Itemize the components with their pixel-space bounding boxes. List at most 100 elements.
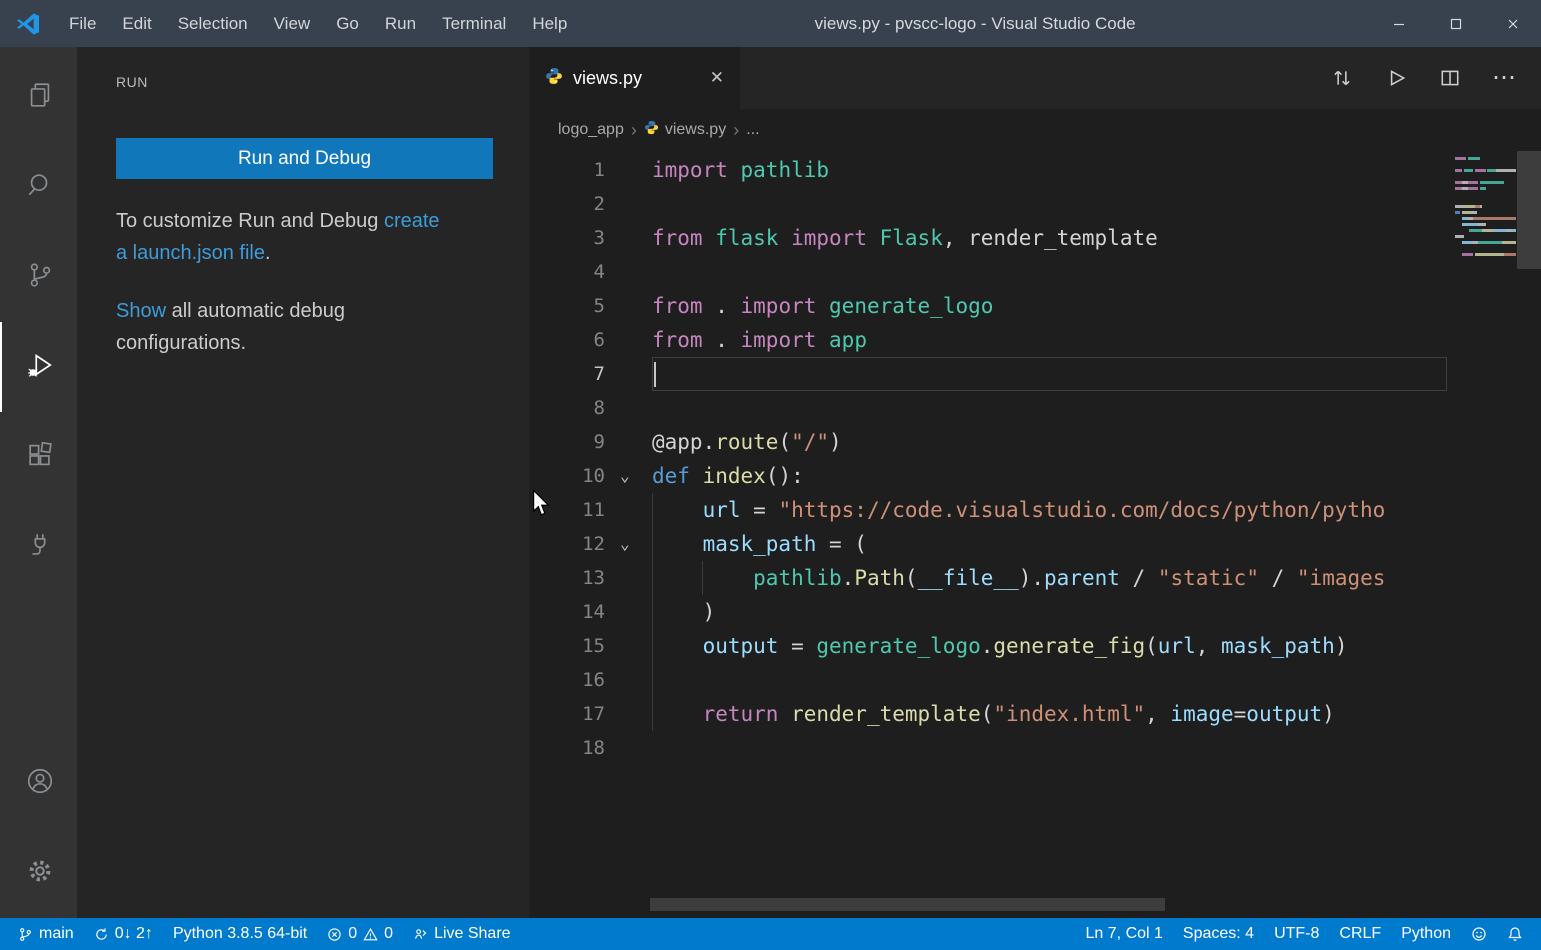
editor-actions: ⋯ [1327, 47, 1541, 109]
code-line-4[interactable]: 4 [529, 255, 1541, 289]
code-text: def index(): [652, 459, 1447, 493]
line-number: 9 [529, 425, 605, 459]
menu-go[interactable]: Go [323, 0, 372, 47]
code-line-16[interactable]: 16 [529, 663, 1541, 697]
minimap-line [1455, 259, 1516, 262]
notifications-button[interactable] [1497, 918, 1533, 950]
maximize-button[interactable] [1427, 0, 1484, 47]
line-number: 18 [529, 731, 605, 765]
source-control-icon [25, 260, 55, 295]
vertical-scrollbar-thumb[interactable] [1517, 151, 1541, 269]
live-share-button[interactable]: Live Share [403, 918, 521, 950]
fold-gutter [605, 255, 652, 289]
line-number: 13 [529, 561, 605, 595]
minimize-button[interactable] [1370, 0, 1427, 47]
indent-guide [652, 663, 653, 697]
code-line-14[interactable]: 14 ) [529, 595, 1541, 629]
code-line-1[interactable]: 1import pathlib [529, 153, 1541, 187]
python-interpreter-indicator[interactable]: Python 3.8.5 64-bit [163, 918, 317, 950]
fold-chevron-icon[interactable]: ⌄ [605, 527, 652, 561]
cursor-position-indicator[interactable]: Ln 7, Col 1 [1076, 918, 1173, 950]
code-line-9[interactable]: 9@app.route("/") [529, 425, 1541, 459]
code-line-5[interactable]: 5from . import generate_logo [529, 289, 1541, 323]
close-window-button[interactable] [1484, 0, 1541, 47]
line-number: 6 [529, 323, 605, 357]
open-changes-icon[interactable] [1327, 67, 1357, 89]
activity-bar-bottom [0, 738, 77, 918]
error-icon [327, 927, 342, 942]
activity-explorer[interactable] [0, 52, 77, 142]
code-line-17[interactable]: 17 return render_template("index.html", … [529, 697, 1541, 731]
tab-views-py[interactable]: views.py ✕ [529, 47, 740, 109]
minimap-line [1455, 211, 1516, 214]
activity-extensions[interactable] [0, 412, 77, 502]
feedback-button[interactable] [1461, 918, 1497, 950]
run-sidebar: RUN Run and Debug To customize Run and D… [77, 47, 529, 918]
code-line-3[interactable]: 3from flask import Flask, render_templat… [529, 221, 1541, 255]
menu-run[interactable]: Run [372, 0, 429, 47]
text-caret [654, 362, 656, 387]
code-line-13[interactable]: 13 pathlib.Path(__file__).parent / "stat… [529, 561, 1541, 595]
menu-edit[interactable]: Edit [109, 0, 164, 47]
problems-indicator[interactable]: 0 0 [317, 918, 403, 950]
activity-bar [0, 47, 77, 918]
bell-icon [1507, 926, 1523, 942]
show-configurations-link[interactable]: Show [116, 300, 166, 322]
close-tab-icon[interactable]: ✕ [710, 68, 724, 88]
code-text: ) [652, 595, 1447, 629]
fold-gutter [605, 153, 652, 187]
activity-remote-explorer[interactable] [0, 502, 77, 592]
activity-accounts[interactable] [0, 738, 77, 828]
run-and-debug-button[interactable]: Run and Debug [116, 138, 493, 179]
python-file-icon [545, 67, 563, 90]
code-text [652, 731, 1447, 765]
activity-run-and-debug[interactable] [0, 322, 77, 412]
fold-gutter [605, 629, 652, 663]
menu-selection[interactable]: Selection [165, 0, 261, 47]
title-bar: File Edit Selection View Go Run Terminal… [0, 0, 1541, 47]
split-editor-icon[interactable] [1435, 67, 1465, 89]
fold-chevron-icon[interactable]: ⌄ [605, 459, 652, 493]
breadcrumb-file[interactable]: views.py [644, 120, 726, 140]
code-line-8[interactable]: 8 [529, 391, 1541, 425]
chevron-right-icon: › [733, 120, 739, 141]
breadcrumb-symbol[interactable]: ... [746, 121, 759, 139]
code-line-11[interactable]: 11 url = "https://code.visualstudio.com/… [529, 493, 1541, 527]
code-line-18[interactable]: 18 [529, 731, 1541, 765]
menu-view[interactable]: View [261, 0, 324, 47]
fold-gutter [605, 289, 652, 323]
minimap-line [1455, 247, 1516, 250]
code-line-15[interactable]: 15 output = generate_logo.generate_fig(u… [529, 629, 1541, 663]
run-python-file-icon[interactable] [1381, 67, 1411, 89]
line-number: 4 [529, 255, 605, 289]
python-version-label: Python 3.8.5 64-bit [173, 925, 307, 943]
code-line-2[interactable]: 2 [529, 187, 1541, 221]
activity-source-control[interactable] [0, 232, 77, 322]
tab-bar: views.py ✕ ⋯ [529, 47, 1541, 109]
horizontal-scrollbar-thumb[interactable] [650, 898, 1165, 911]
menu-help[interactable]: Help [519, 0, 580, 47]
encoding-indicator[interactable]: UTF-8 [1264, 918, 1329, 950]
breadcrumb-folder[interactable]: logo_app [558, 121, 624, 139]
line-number: 10 [529, 459, 605, 493]
indentation-indicator[interactable]: Spaces: 4 [1173, 918, 1264, 950]
status-bar-right: Ln 7, Col 1 Spaces: 4 UTF-8 CRLF Python [1076, 918, 1541, 950]
code-line-7[interactable]: 7 [529, 357, 1541, 391]
activity-settings[interactable] [0, 828, 77, 918]
code-line-6[interactable]: 6from . import app [529, 323, 1541, 357]
branch-indicator[interactable]: main [8, 918, 84, 950]
language-mode-indicator[interactable]: Python [1391, 918, 1461, 950]
indent-guide [652, 561, 653, 595]
eol-indicator[interactable]: CRLF [1329, 918, 1391, 950]
minimap[interactable] [1455, 157, 1516, 265]
menu-terminal[interactable]: Terminal [429, 0, 519, 47]
menu-file[interactable]: File [56, 0, 109, 47]
more-actions-icon[interactable]: ⋯ [1489, 68, 1519, 88]
code-line-10[interactable]: 10⌄def index(): [529, 459, 1541, 493]
sync-indicator[interactable]: 0↓ 2↑ [84, 918, 163, 950]
code-editor[interactable]: 1import pathlib23from flask import Flask… [529, 151, 1541, 918]
line-number: 17 [529, 697, 605, 731]
code-line-12[interactable]: 12⌄ mask_path = ( [529, 527, 1541, 561]
activity-search[interactable] [0, 142, 77, 232]
language-label: Python [1401, 925, 1451, 943]
